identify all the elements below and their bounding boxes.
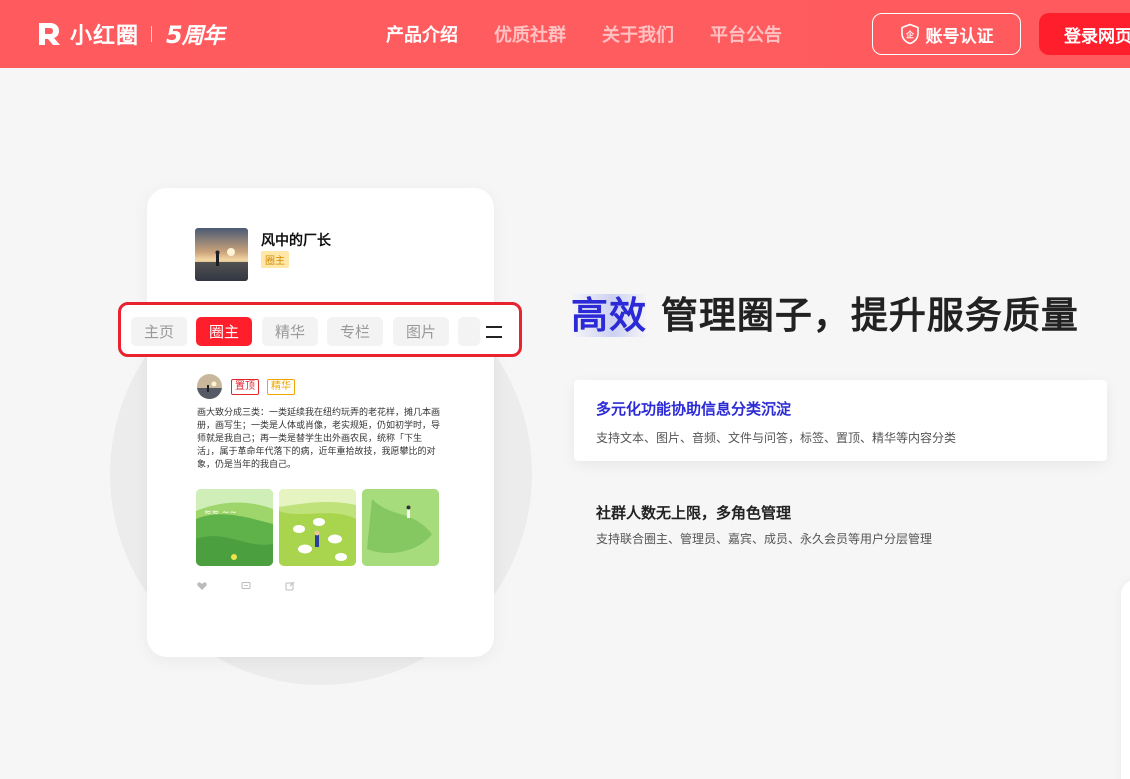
login-web-label: 登录网页版 bbox=[1064, 26, 1130, 47]
feature-title: 多元化功能协助信息分类沉淀 bbox=[596, 400, 792, 418]
pinned-tag: 置顶 bbox=[231, 379, 259, 395]
section-headline: 高效 管理圈子，提升服务质量 bbox=[571, 285, 1079, 339]
profile-owner-badge: 圈主 bbox=[261, 251, 289, 268]
feature-desc: 支持文本、图片、音频、文件与问答，标签、置顶、精华等内容分类 bbox=[596, 431, 957, 445]
tab-bar-highlight: 主页 圈主 精华 专栏 图片 bbox=[118, 302, 522, 357]
anniversary-badge: 5周年 bbox=[166, 18, 225, 50]
feature-desc: 支持联合圈主、管理员、嘉宾、成员、永久会员等用户分层管理 bbox=[596, 532, 933, 546]
post-text: 画大致分成三类：一类延续我在纽约玩弄的老花样，摊几本画册，画写生；一类是人体或肖… bbox=[197, 408, 441, 470]
tab-essence[interactable]: 精华 bbox=[262, 317, 318, 346]
shield-icon: 企 bbox=[900, 23, 919, 45]
post-image-1[interactable]: ≈≈ ∼∼ bbox=[196, 489, 273, 566]
side-panel-edge bbox=[1121, 580, 1130, 779]
feature-card-roles[interactable]: 社群人数无上限，多角色管理 支持联合圈主、管理员、嘉宾、成员、永久会员等用户分层… bbox=[574, 484, 1107, 564]
share-icon[interactable] bbox=[285, 581, 295, 591]
tab-images[interactable]: 图片 bbox=[393, 317, 449, 346]
post-image-2[interactable] bbox=[279, 489, 356, 566]
headline-highlight: 高效 bbox=[571, 294, 647, 337]
nav-item-announcements[interactable]: 平台公告 bbox=[710, 21, 782, 47]
nav-item-about[interactable]: 关于我们 bbox=[602, 21, 674, 47]
anniversary-number: 5 bbox=[166, 21, 183, 49]
tab-column[interactable]: 专栏 bbox=[327, 317, 383, 346]
logo-text: 小红圈 bbox=[70, 24, 140, 49]
like-icon[interactable] bbox=[197, 581, 207, 591]
tab-more-partial[interactable] bbox=[458, 317, 480, 346]
svg-text:≈≈ ∼∼: ≈≈ ∼∼ bbox=[204, 508, 237, 518]
post-actions bbox=[197, 581, 295, 591]
post-images: ≈≈ ∼∼ bbox=[196, 489, 439, 566]
main-nav: 产品介绍 优质社群 关于我们 平台公告 bbox=[386, 0, 818, 68]
top-header: 小红圈 5周年 产品介绍 优质社群 关于我们 平台公告 企 账号认证 登录网页版 bbox=[0, 0, 1130, 68]
feature-title: 社群人数无上限，多角色管理 bbox=[596, 504, 792, 522]
comment-icon[interactable] bbox=[241, 581, 251, 591]
essence-tag: 精华 bbox=[267, 379, 295, 395]
svg-text:企: 企 bbox=[905, 30, 915, 40]
logo[interactable]: 小红圈 5周年 bbox=[36, 18, 225, 50]
nav-item-communities[interactable]: 优质社群 bbox=[494, 21, 566, 47]
profile-name: 风中的厂长 bbox=[261, 233, 331, 249]
tab-home[interactable]: 主页 bbox=[131, 317, 187, 346]
community-preview-card: 风中的厂长 圈主 置顶 精华 画大致分成三类：一类延续我在纽约玩弄的老花样，摊几… bbox=[147, 188, 494, 657]
login-web-button[interactable]: 登录网页版 bbox=[1039, 13, 1130, 55]
tab-owner[interactable]: 圈主 bbox=[196, 317, 252, 346]
logo-divider bbox=[151, 26, 153, 42]
anniversary-label: 周年 bbox=[181, 24, 225, 49]
account-cert-button[interactable]: 企 账号认证 bbox=[872, 13, 1021, 55]
nav-item-product[interactable]: 产品介绍 bbox=[386, 21, 458, 47]
headline-rest: 管理圈子，提升服务质量 bbox=[660, 294, 1079, 337]
post-image-3[interactable] bbox=[362, 489, 439, 566]
logo-r-icon bbox=[36, 21, 62, 47]
feature-card-classification[interactable]: 多元化功能协助信息分类沉淀 支持文本、图片、音频、文件与问答，标签、置顶、精华等… bbox=[574, 380, 1107, 461]
menu-icon[interactable] bbox=[486, 326, 504, 340]
profile-avatar bbox=[195, 228, 248, 281]
account-cert-label: 账号认证 bbox=[925, 26, 994, 47]
post-avatar bbox=[197, 374, 222, 399]
